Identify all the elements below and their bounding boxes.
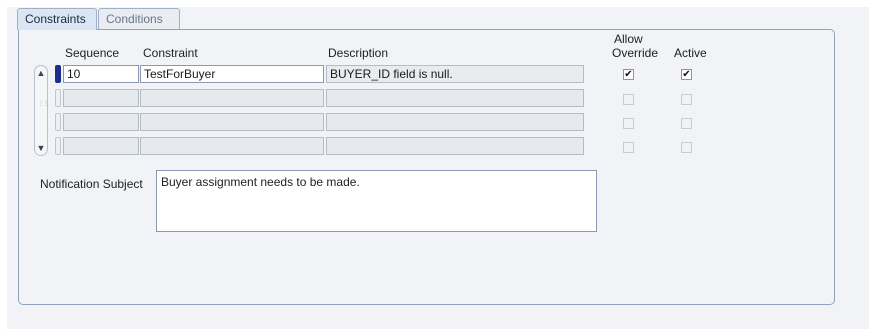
sequence-field[interactable] (63, 89, 139, 107)
row-indicator[interactable] (55, 89, 61, 107)
row-indicator[interactable] (55, 137, 61, 155)
active-checkbox[interactable]: ✔ (681, 69, 692, 80)
tab-conditions[interactable]: Conditions (98, 8, 180, 29)
sequence-field[interactable]: 10 (63, 65, 139, 83)
row-indicator-current[interactable] (55, 65, 61, 83)
constraint-field[interactable] (140, 89, 324, 107)
description-field[interactable] (326, 113, 584, 131)
scroll-up-icon[interactable]: ▲ (36, 68, 46, 78)
sequence-field[interactable] (63, 137, 139, 155)
constraint-field[interactable] (140, 137, 324, 155)
column-header-allow-override-line2: Override (612, 46, 659, 60)
column-header-allow-override-line1: Allow (614, 32, 643, 46)
notification-subject-label: Notification Subject (40, 177, 143, 191)
constraint-field[interactable] (140, 113, 324, 131)
column-header-constraint: Constraint (143, 46, 198, 60)
allow-override-checkbox[interactable] (623, 118, 634, 129)
active-checkbox[interactable] (681, 118, 692, 129)
column-header-description: Description (328, 46, 389, 60)
column-header-sequence: Sequence (65, 46, 120, 60)
allow-override-checkbox[interactable] (623, 94, 634, 105)
sequence-field[interactable] (63, 113, 139, 131)
active-checkbox[interactable] (681, 94, 692, 105)
description-field[interactable]: BUYER_ID field is null. (326, 65, 584, 83)
description-field[interactable] (326, 137, 584, 155)
constraint-field[interactable]: TestForBuyer (140, 65, 324, 83)
active-checkbox[interactable] (681, 142, 692, 153)
bottom-edge (0, 329, 869, 333)
form-window: Constraints Conditions Sequence Constrai… (0, 0, 869, 333)
allow-override-checkbox[interactable]: ✔ (623, 69, 634, 80)
column-header-active: Active (674, 46, 707, 60)
row-indicator[interactable] (55, 113, 61, 131)
notification-subject-textarea[interactable]: Buyer assignment needs to be made. (156, 170, 597, 232)
scroll-down-icon[interactable]: ▼ (36, 143, 46, 153)
description-field[interactable] (326, 89, 584, 107)
tab-constraints[interactable]: Constraints (17, 8, 97, 30)
allow-override-checkbox[interactable] (623, 142, 634, 153)
scroll-grip-icon[interactable]: ⋮⋮ (38, 101, 49, 115)
